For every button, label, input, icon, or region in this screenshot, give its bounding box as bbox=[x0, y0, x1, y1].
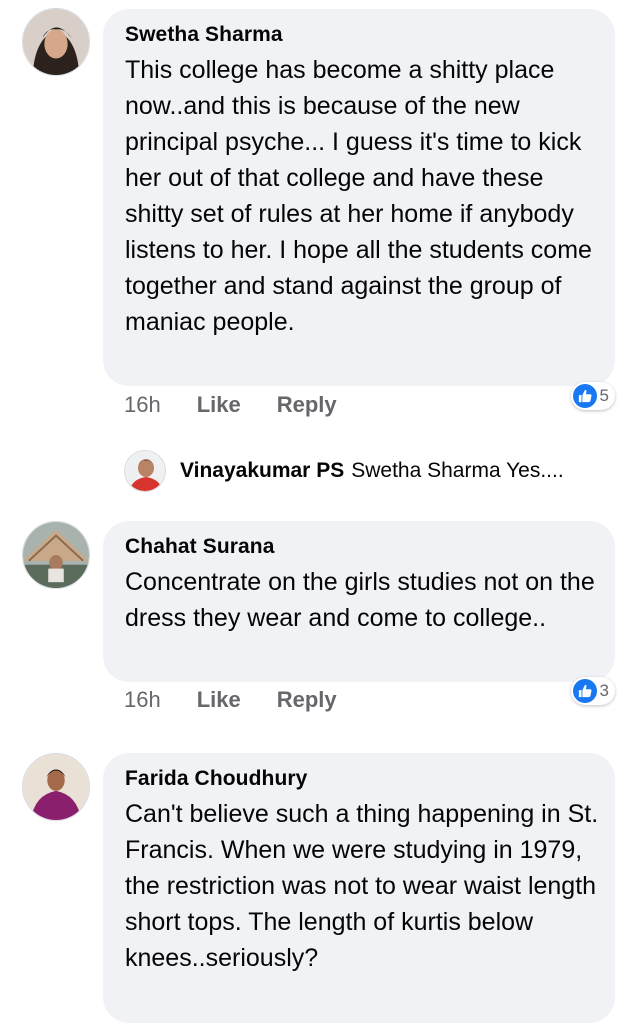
comment-bubble: Chahat Surana Concentrate on the girls s… bbox=[103, 521, 615, 682]
like-button[interactable]: Like bbox=[197, 392, 241, 418]
like-icon bbox=[572, 679, 597, 703]
comment-text: Concentrate on the girls studies not on … bbox=[125, 568, 595, 632]
comment-bubble: Swetha Sharma This college has become a … bbox=[103, 9, 615, 386]
reply-button[interactable]: Reply bbox=[277, 687, 337, 713]
reply-text: Swetha Sharma Yes.... bbox=[351, 459, 564, 482]
reaction-number: 5 bbox=[599, 386, 609, 405]
reply-button[interactable]: Reply bbox=[277, 392, 337, 418]
reply-item[interactable]: Vinayakumar PS Swetha Sharma Yes.... bbox=[124, 450, 564, 492]
comment-actions: 16h Like Reply bbox=[124, 687, 373, 713]
like-button[interactable]: Like bbox=[197, 687, 241, 713]
comment-text: Can't believe such a thing happening in … bbox=[125, 800, 599, 972]
reaction-count[interactable]: 5 bbox=[570, 382, 615, 410]
comment-actions: 16h Like Reply bbox=[124, 392, 373, 418]
comment-time[interactable]: 16h bbox=[124, 392, 161, 418]
avatar[interactable] bbox=[22, 753, 90, 821]
avatar[interactable] bbox=[124, 450, 166, 492]
comment-author[interactable]: Swetha Sharma bbox=[125, 22, 599, 48]
avatar[interactable] bbox=[22, 521, 90, 589]
like-icon bbox=[572, 384, 597, 408]
reaction-number: 3 bbox=[599, 681, 609, 700]
comment-time[interactable]: 16h bbox=[124, 687, 161, 713]
reply-author[interactable]: Vinayakumar PS bbox=[180, 459, 344, 483]
comment-author[interactable]: Farida Choudhury bbox=[125, 766, 599, 792]
comment-author[interactable]: Chahat Surana bbox=[125, 534, 599, 560]
comment-text: This college has become a shitty place n… bbox=[125, 56, 592, 336]
avatar[interactable] bbox=[22, 8, 90, 76]
comment-bubble: Farida Choudhury Can't believe such a th… bbox=[103, 753, 615, 1023]
reaction-count[interactable]: 3 bbox=[570, 677, 615, 705]
